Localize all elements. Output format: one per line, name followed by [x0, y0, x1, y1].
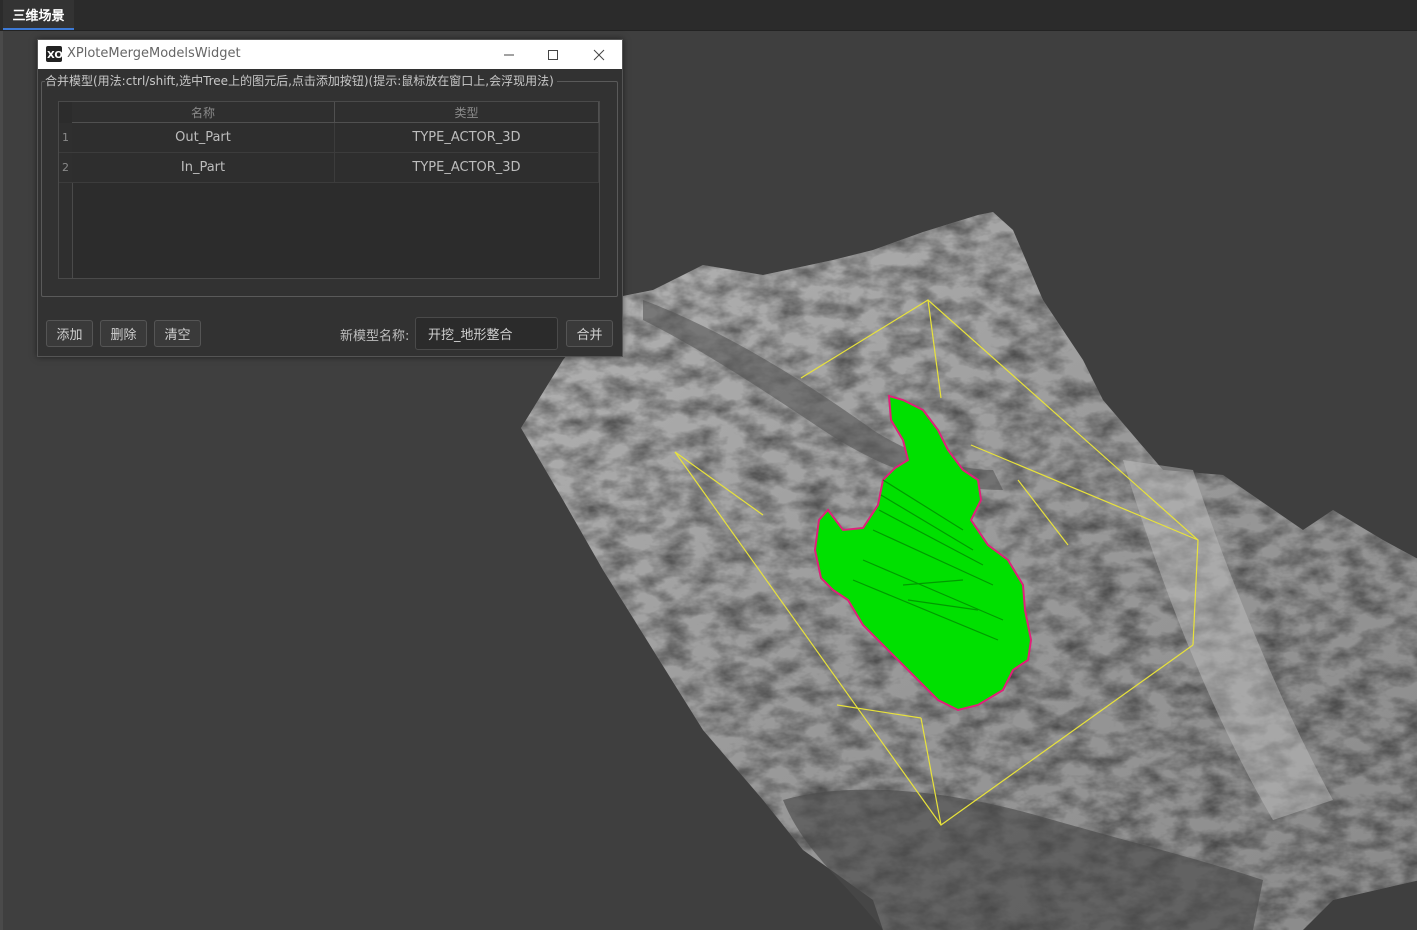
models-table[interactable]: 名称 类型 1 Out_Part TYPE_ACTOR_3D 2 In_Part… — [58, 101, 600, 279]
svg-text:XO: XO — [47, 50, 62, 61]
new-model-name-label: 新模型名称: — [340, 329, 410, 344]
column-header-name[interactable]: 名称 — [72, 102, 335, 123]
add-button[interactable]: 添加 — [46, 320, 93, 347]
table-cell-name[interactable]: In_Part — [72, 153, 335, 183]
merge-models-dialog: XO XPloteMergeModelsWidget 合并模型(用法:ctrl/… — [37, 39, 623, 357]
table-cell-type[interactable]: TYPE_ACTOR_3D — [335, 123, 599, 153]
minimize-icon[interactable] — [486, 40, 532, 69]
table-cell-name[interactable]: Out_Part — [72, 123, 335, 153]
delete-button[interactable]: 删除 — [100, 320, 147, 347]
tab-3d-scene[interactable]: 三维场景 — [3, 0, 74, 30]
dialog-titlebar[interactable]: XO XPloteMergeModelsWidget — [38, 40, 622, 69]
clear-button[interactable]: 清空 — [154, 320, 201, 347]
column-header-type[interactable]: 类型 — [335, 102, 599, 123]
tab-bar: 三维场景 — [0, 0, 1417, 31]
row-number[interactable]: 1 — [59, 123, 72, 153]
new-model-name-input[interactable]: 开挖_地形整合 — [415, 317, 558, 350]
usage-hint: 合并模型(用法:ctrl/shift,选中Tree上的图元后,点击添加按钮)(提… — [45, 72, 557, 89]
dialog-title: XPloteMergeModelsWidget — [67, 46, 241, 61]
table-cell-type[interactable]: TYPE_ACTOR_3D — [335, 153, 599, 183]
maximize-icon[interactable] — [530, 40, 576, 69]
app-logo-icon: XO — [46, 46, 63, 62]
row-number[interactable]: 2 — [59, 153, 72, 183]
close-icon[interactable] — [576, 40, 622, 69]
merge-button[interactable]: 合并 — [566, 320, 613, 347]
